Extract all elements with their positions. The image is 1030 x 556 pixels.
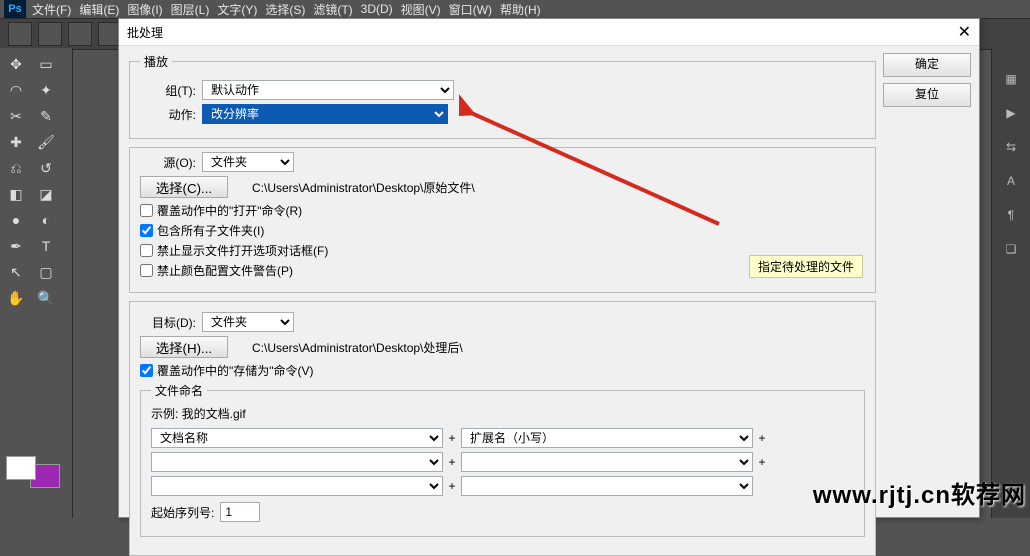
dialog-title: 批处理 [127,24,163,41]
naming-select-2[interactable]: 扩展名（小写） [461,428,753,448]
lasso-tool[interactable]: ◠ [2,78,30,102]
history-tool[interactable]: ↺ [32,156,60,180]
menu-type[interactable]: 文字(Y) [217,1,257,18]
wand-tool[interactable]: ✦ [32,78,60,102]
panel-icon[interactable]: ⇆ [1000,136,1022,158]
dialog-body: 确定 复位 播放 组(T): 默认动作 动作: 改分辨率 源(O): 文件夹 选… [119,45,979,517]
naming-select-1[interactable]: 文档名称 [151,428,443,448]
panel-icon[interactable]: ▦ [1000,68,1022,90]
dialog-buttons: 确定 复位 [883,53,971,107]
pen-tool[interactable]: ✒ [2,234,30,258]
panel-icon[interactable]: ❏ [1000,238,1022,260]
menu-view[interactable]: 视图(V) [401,1,441,18]
action-select[interactable]: 改分辨率 [202,104,448,124]
reset-button[interactable]: 复位 [883,83,971,107]
heal-tool[interactable]: ✚ [2,130,30,154]
suppress-open-options-checkbox[interactable] [140,244,153,257]
include-subfolders-label: 包含所有子文件夹(I) [157,222,264,239]
menu-select[interactable]: 选择(S) [265,1,305,18]
menubar: Ps 文件(F) 编辑(E) 图像(I) 图层(L) 文字(Y) 选择(S) 滤… [0,0,1030,18]
hand-tool[interactable]: ✋ [2,286,30,310]
ps-logo: Ps [4,0,26,18]
group-select[interactable]: 默认动作 [202,80,454,100]
move-tool[interactable]: ✥ [2,52,30,76]
right-panel: ▦ ▶ ⇆ A ¶ ❏ [991,48,1030,518]
action-label: 动作: [140,106,196,123]
dialog-titlebar: 批处理 ✕ [119,19,979,46]
menu-3d[interactable]: 3D(D) [361,2,393,16]
playback-legend: 播放 [140,53,172,70]
menu-help[interactable]: 帮助(H) [500,1,541,18]
panel-icon[interactable]: A [1000,170,1022,192]
menu-filter[interactable]: 滤镜(T) [313,1,352,18]
naming-select-5[interactable] [151,476,443,496]
crop-tool[interactable]: ✂ [2,104,30,128]
dest-label: 目标(D): [140,314,196,331]
opt-btn[interactable] [38,22,62,46]
batch-dialog: 批处理 ✕ 确定 复位 播放 组(T): 默认动作 动作: 改分辨率 源(O):… [118,18,980,518]
type-tool[interactable]: T [32,234,60,258]
ok-button[interactable]: 确定 [883,53,971,77]
source-select[interactable]: 文件夹 [202,152,294,172]
blur-tool[interactable]: ● [2,208,30,232]
panel-icon[interactable]: ¶ [1000,204,1022,226]
file-naming-legend: 文件命名 [151,382,207,399]
override-save-label: 覆盖动作中的"存储为"命令(V) [157,362,314,379]
zoom-tool[interactable]: 🔍 [32,286,60,310]
menu-image[interactable]: 图像(I) [127,1,162,18]
dest-path: C:\Users\Administrator\Desktop\处理后\ [252,339,463,356]
gradient-tool[interactable]: ◪ [32,182,60,206]
dodge-tool[interactable]: ◐ [32,208,60,232]
stamp-tool[interactable]: ⎌ [2,156,30,180]
close-icon[interactable]: ✕ [958,22,971,42]
override-save-checkbox[interactable] [140,364,153,377]
opt-btn[interactable] [68,22,92,46]
eyedropper-tool[interactable]: ✎ [32,104,60,128]
toolbox: ✥ ▭ ◠ ✦ ✂ ✎ ✚ 🖌 ⎌ ↺ ◧ ◪ ● ◐ ✒ T ↖ ▢ ✋ 🔍 [0,48,73,518]
opt-btn[interactable] [8,22,32,46]
start-seq-input[interactable] [220,502,260,522]
menu-edit[interactable]: 编辑(E) [79,1,119,18]
source-hint: 指定待处理的文件 [749,255,863,278]
menu-file[interactable]: 文件(F) [32,1,71,18]
override-open-label: 覆盖动作中的"打开"命令(R) [157,202,302,219]
include-subfolders-checkbox[interactable] [140,224,153,237]
playback-group: 播放 组(T): 默认动作 动作: 改分辨率 [129,53,876,139]
suppress-color-warning-checkbox[interactable] [140,264,153,277]
source-label: 源(O): [140,154,196,171]
menu-window[interactable]: 窗口(W) [449,1,492,18]
marquee-tool[interactable]: ▭ [32,52,60,76]
naming-select-3[interactable] [151,452,443,472]
naming-select-6[interactable] [461,476,753,496]
override-open-checkbox[interactable] [140,204,153,217]
eraser-tool[interactable]: ◧ [2,182,30,206]
source-choose-button[interactable]: 选择(C)... [140,176,228,198]
naming-example: 示例: 我的文档.gif [151,405,854,422]
source-path: C:\Users\Administrator\Desktop\原始文件\ [252,179,475,196]
suppress-open-options-label: 禁止显示文件打开选项对话框(F) [157,242,328,259]
path-tool[interactable]: ↖ [2,260,30,284]
foreground-color[interactable] [6,456,36,480]
file-naming-group: 文件命名 示例: 我的文档.gif 文档名称+ 扩展名（小写）+ + + + 起… [140,382,865,537]
dest-select[interactable]: 文件夹 [202,312,294,332]
dest-choose-button[interactable]: 选择(H)... [140,336,228,358]
shape-tool[interactable]: ▢ [32,260,60,284]
suppress-color-warning-label: 禁止颜色配置文件警告(P) [157,262,293,279]
group-label: 组(T): [140,82,196,99]
naming-select-4[interactable] [461,452,753,472]
brush-tool[interactable]: 🖌 [32,130,60,154]
color-swatches[interactable] [6,456,60,488]
panel-icon[interactable]: ▶ [1000,102,1022,124]
menu-layer[interactable]: 图层(L) [171,1,210,18]
